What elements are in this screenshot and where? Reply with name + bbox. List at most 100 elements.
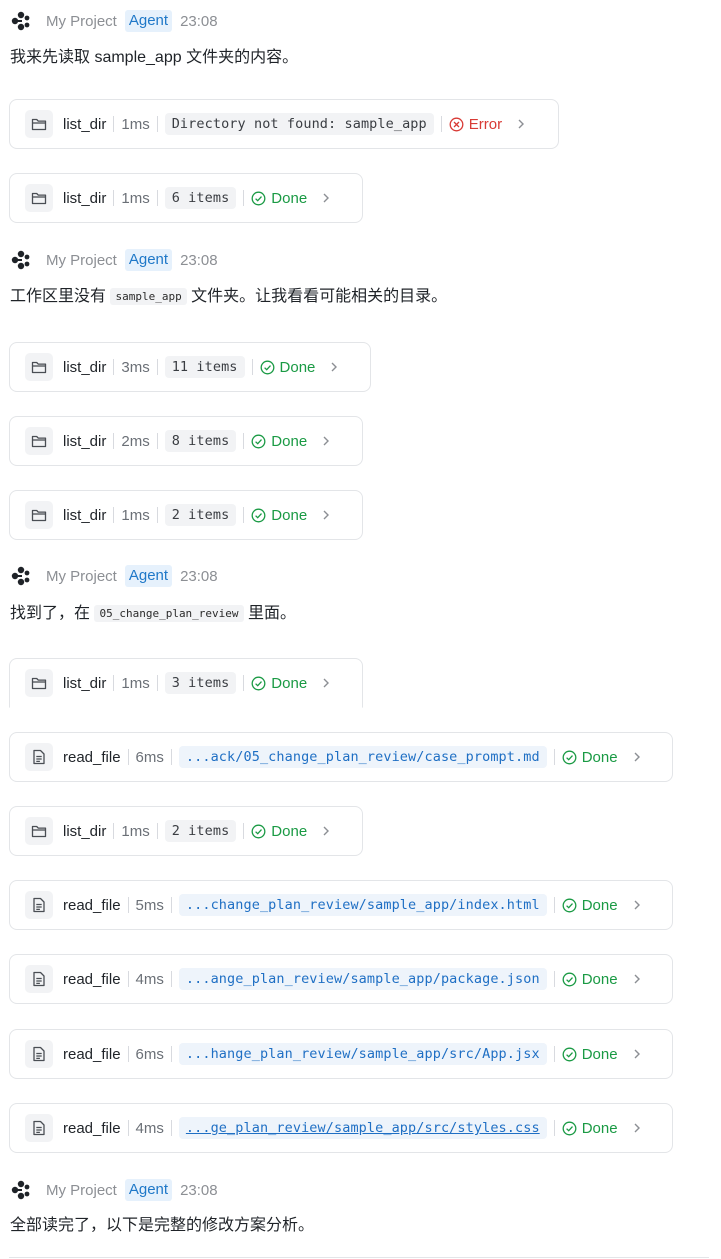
tool-duration: 1ms xyxy=(121,189,150,207)
tool-call-row[interactable]: list_dir 1ms 2 items Done xyxy=(9,490,363,540)
message-text-part: 文件夹。让我看看可能相关的目录。 xyxy=(191,288,448,305)
tool-call-row[interactable]: read_file 5ms ...change_plan_review/samp… xyxy=(9,880,673,930)
message-header: My Project Agent 23:08 xyxy=(10,9,218,33)
tool-call-row[interactable]: read_file 6ms ...ack/05_change_plan_revi… xyxy=(9,732,673,782)
message-time: 23:08 xyxy=(180,251,218,269)
chevron-right-icon[interactable] xyxy=(632,898,642,912)
tool-call-row[interactable]: list_dir 2ms 8 items Done xyxy=(9,416,363,466)
folder-icon xyxy=(25,501,53,529)
message-time: 23:08 xyxy=(180,567,218,585)
project-name: My Project xyxy=(46,251,117,269)
chevron-right-icon[interactable] xyxy=(321,508,331,522)
divider xyxy=(156,823,158,839)
divider xyxy=(156,116,158,132)
tool-call-row[interactable]: list_dir 3ms 11 items Done xyxy=(9,342,371,392)
file-path-link[interactable]: ...ack/05_change_plan_review/case_prompt… xyxy=(178,746,547,768)
tool-name: read_file xyxy=(63,1119,121,1137)
file-path-link[interactable]: ...ange_plan_review/sample_app/package.j… xyxy=(178,968,547,990)
inline-code: sample_app xyxy=(110,288,187,305)
folder-icon xyxy=(25,669,53,697)
message-text: 工作区里没有 sample_app 文件夹。让我看看可能相关的目录。 xyxy=(10,286,447,308)
agent-badge: Agent xyxy=(124,1179,173,1201)
chevron-right-icon[interactable] xyxy=(321,676,331,690)
tool-name: read_file xyxy=(63,1045,121,1063)
chevron-right-icon[interactable] xyxy=(632,972,642,986)
tool-duration: 4ms xyxy=(135,970,164,988)
chevron-right-icon[interactable] xyxy=(321,191,331,205)
tool-name: list_dir xyxy=(63,822,107,840)
tool-call-row[interactable]: read_file 6ms ...hange_plan_review/sampl… xyxy=(9,1029,673,1079)
status-label: Done xyxy=(581,1045,618,1063)
divider xyxy=(170,971,172,987)
message-text: 我来先读取 sample_app 文件夹的内容。 xyxy=(10,49,299,66)
message-time: 23:08 xyxy=(180,12,218,30)
agent-badge: Agent xyxy=(124,565,173,587)
tool-name: read_file xyxy=(63,896,121,914)
file-icon xyxy=(25,1114,53,1142)
message-text-part: 里面。 xyxy=(248,605,297,622)
message-time: 23:08 xyxy=(180,1181,218,1199)
tool-call-row[interactable]: read_file 4ms ...ge_plan_review/sample_a… xyxy=(9,1103,673,1153)
tool-name: list_dir xyxy=(63,432,107,450)
tool-call-row[interactable]: list_dir 1ms 2 items Done xyxy=(9,806,363,856)
divider xyxy=(243,433,245,449)
tool-detail: 11 items xyxy=(164,356,245,378)
status-badge: Done xyxy=(251,823,307,840)
chevron-right-icon[interactable] xyxy=(632,750,642,764)
folder-icon xyxy=(25,110,53,138)
tool-name: list_dir xyxy=(63,506,107,524)
file-path-link[interactable]: ...change_plan_review/sample_app/index.h… xyxy=(178,894,547,916)
divider xyxy=(9,1257,709,1258)
tool-name: list_dir xyxy=(63,189,107,207)
chevron-right-icon[interactable] xyxy=(632,1047,642,1061)
divider xyxy=(170,1046,172,1062)
divider xyxy=(553,897,555,913)
tool-name: list_dir xyxy=(63,358,107,376)
divider xyxy=(127,1046,129,1062)
divider xyxy=(127,1120,129,1136)
divider xyxy=(113,116,115,132)
divider xyxy=(251,359,253,375)
tool-call-row[interactable]: read_file 4ms ...ange_plan_review/sample… xyxy=(9,954,673,1004)
status-label: Error xyxy=(468,115,503,133)
tool-call-row[interactable]: list_dir 1ms 3 items Done xyxy=(9,658,363,708)
chevron-right-icon[interactable] xyxy=(329,360,339,374)
project-name: My Project xyxy=(46,567,117,585)
divider xyxy=(113,359,115,375)
divider xyxy=(440,116,442,132)
divider xyxy=(156,359,158,375)
chevron-right-icon[interactable] xyxy=(632,1121,642,1135)
chevron-right-icon[interactable] xyxy=(321,434,331,448)
divider xyxy=(127,971,129,987)
status-label: Done xyxy=(271,432,308,450)
chevron-right-icon[interactable] xyxy=(516,117,526,131)
check-circle-icon xyxy=(251,191,266,206)
folder-icon xyxy=(25,817,53,845)
agent-logo-icon xyxy=(10,249,32,271)
divider xyxy=(243,823,245,839)
file-path-link[interactable]: ...hange_plan_review/sample_app/src/App.… xyxy=(178,1043,547,1065)
tool-call-row[interactable]: list_dir 1ms Directory not found: sample… xyxy=(9,99,559,149)
check-circle-icon xyxy=(251,508,266,523)
status-badge: Done xyxy=(251,433,307,450)
tool-call-row[interactable]: list_dir 1ms 6 items Done xyxy=(9,173,363,223)
divider xyxy=(243,675,245,691)
agent-logo-icon xyxy=(10,1179,32,1201)
message-header: My Project Agent 23:08 xyxy=(10,1178,218,1202)
message-text: 找到了，在 05_change_plan_review 里面。 xyxy=(10,603,296,625)
tool-detail: 6 items xyxy=(164,187,237,209)
tool-detail: 3 items xyxy=(164,672,237,694)
file-path-link[interactable]: ...ge_plan_review/sample_app/src/styles.… xyxy=(178,1117,547,1139)
agent-logo-icon xyxy=(10,10,32,32)
divider xyxy=(170,897,172,913)
message-text-part: 找到了，在 xyxy=(10,605,91,622)
tool-name: list_dir xyxy=(63,115,107,133)
status-badge: Done xyxy=(260,359,315,376)
divider xyxy=(113,675,115,691)
agent-logo-icon xyxy=(10,565,32,587)
tool-name: read_file xyxy=(63,748,121,766)
status-label: Done xyxy=(581,748,618,766)
divider xyxy=(553,1120,555,1136)
chevron-right-icon[interactable] xyxy=(321,824,331,838)
check-circle-icon xyxy=(251,824,266,839)
